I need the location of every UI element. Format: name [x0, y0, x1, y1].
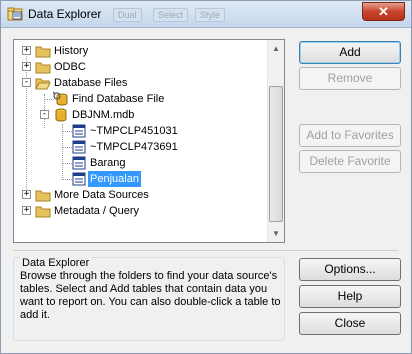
- tree-item-table[interactable]: ~TMPCLP473691: [14, 139, 264, 155]
- folder-icon: [35, 46, 51, 58]
- info-group: Data Explorer Browse through the folders…: [13, 257, 285, 341]
- tree-item-label: More Data Sources: [54, 189, 149, 201]
- options-button[interactable]: Options...: [299, 258, 401, 281]
- title-bar[interactable]: Data Explorer Dual Select Style ✕: [1, 1, 411, 28]
- collapse-icon[interactable]: -: [22, 78, 31, 87]
- table-icon: [72, 156, 86, 170]
- folder-icon: [35, 62, 51, 74]
- expand-icon[interactable]: +: [22, 62, 31, 71]
- data-source-tree[interactable]: + History + ODBC - Database Files Find D…: [13, 39, 285, 243]
- tree-item-label: ~TMPCLP473691: [90, 141, 178, 153]
- tree-item-table[interactable]: ~TMPCLP451031: [14, 123, 264, 139]
- tree-item-metadata-query[interactable]: + Metadata / Query: [14, 203, 264, 219]
- table-icon: [72, 172, 86, 186]
- help-button[interactable]: Help: [299, 285, 401, 308]
- find-database-icon: [53, 91, 68, 106]
- tree-item-label: Find Database File: [72, 93, 165, 105]
- expand-icon[interactable]: +: [22, 46, 31, 55]
- divider: [13, 250, 398, 251]
- tree-item-history[interactable]: + History: [14, 43, 264, 59]
- expand-icon[interactable]: +: [22, 190, 31, 199]
- tree-item-table-selected[interactable]: Penjualan: [14, 171, 264, 187]
- tree-item-odbc[interactable]: + ODBC: [14, 59, 264, 75]
- tree-item-label: Metadata / Query: [54, 205, 139, 217]
- scroll-up-icon[interactable]: ▲: [268, 40, 284, 57]
- collapse-icon[interactable]: -: [40, 110, 49, 119]
- tree-item-more-data-sources[interactable]: + More Data Sources: [14, 187, 264, 203]
- window-title: Data Explorer: [28, 7, 102, 21]
- folder-icon: [35, 190, 51, 202]
- scroll-down-icon[interactable]: ▼: [268, 225, 284, 242]
- tree-item-database-files[interactable]: - Database Files: [14, 75, 264, 91]
- info-description: Browse through the folders to find your …: [20, 270, 281, 321]
- info-title: Data Explorer: [20, 257, 92, 269]
- close-button[interactable]: Close: [299, 312, 401, 335]
- tree-item-dbjnm-mdb[interactable]: - DBJNM.mdb: [14, 107, 264, 123]
- table-icon: [72, 124, 86, 138]
- tree-item-label: Database Files: [54, 77, 128, 89]
- tree-item-find-database-file[interactable]: Find Database File: [14, 91, 264, 107]
- delete-favorite-button[interactable]: Delete Favorite: [299, 150, 401, 173]
- window-close-button[interactable]: ✕: [362, 2, 405, 21]
- tree-item-label: Penjualan: [88, 171, 141, 187]
- data-explorer-window: Data Explorer Dual Select Style ✕ + Hist…: [0, 0, 412, 354]
- tree-item-label: History: [54, 45, 89, 57]
- add-button[interactable]: Add: [299, 41, 401, 64]
- background-tab: Style: [195, 8, 226, 22]
- background-tab: Dual: [113, 8, 142, 22]
- add-to-favorites-button[interactable]: Add to Favorites: [299, 124, 401, 147]
- expand-icon[interactable]: +: [22, 206, 31, 215]
- tree-scrollbar[interactable]: ▲ ▼: [267, 40, 284, 242]
- folder-icon: [35, 206, 51, 218]
- remove-button[interactable]: Remove: [299, 67, 401, 90]
- tree-item-label: Barang: [90, 157, 126, 169]
- tree-item-label: ODBC: [54, 61, 86, 73]
- folder-open-icon: [35, 78, 51, 90]
- tree-item-label: DBJNM.mdb: [72, 109, 135, 121]
- table-icon: [72, 140, 86, 154]
- database-icon: [55, 108, 67, 122]
- scrollbar-thumb[interactable]: [269, 86, 283, 222]
- tree-item-label: ~TMPCLP451031: [90, 125, 178, 137]
- tree-item-table[interactable]: Barang: [14, 155, 264, 171]
- background-tab: Select: [153, 8, 189, 22]
- data-explorer-icon: [7, 7, 23, 21]
